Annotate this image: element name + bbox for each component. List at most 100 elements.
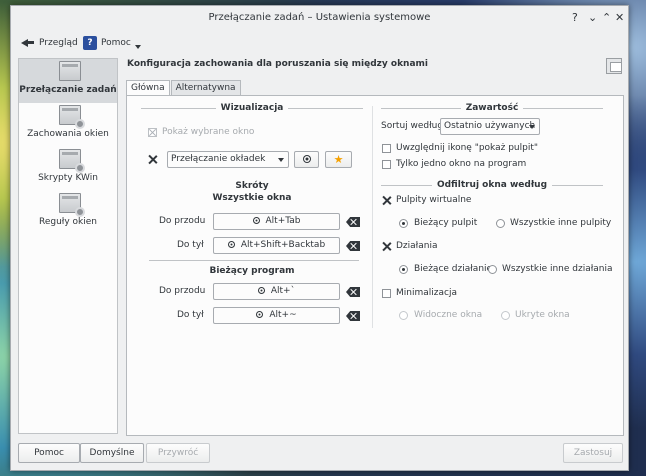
clear-shortcut-icon[interactable] [346,311,360,321]
clear-shortcut-icon[interactable] [346,241,360,251]
sidebar-item-label: Zachowania okien [27,129,109,139]
include-show-desktop-label: Uwzględnij ikonę "pokaż pulpit" [396,143,539,153]
one-window-per-app-checkbox[interactable] [382,160,391,169]
virtual-desktops-label: Pulpity wirtualne [396,195,472,205]
title-bar[interactable]: Przełączanie zadań – Ustawienia systemow… [11,6,628,30]
all-backward-shortcut-button[interactable]: Alt+Shift+Backtab [213,237,340,254]
overview-button[interactable]: Przegląd [21,34,78,52]
hidden-windows-label: Ukryte okna [515,310,570,320]
app-forward-shortcut-button[interactable]: Alt+` [213,283,340,300]
visible-windows-label: Widoczne okna [414,310,483,320]
gear-icon [257,287,265,294]
current-desktop-radio[interactable] [399,219,408,228]
current-desktop-label: Bieżący pulpit [414,218,478,228]
switcher-style-value: Przełączanie okładek [171,154,266,164]
sidebar-item-label: Skrypty KWin [38,173,98,183]
module-icon [606,58,622,74]
help-label: Pomoc [101,38,131,48]
reset-button[interactable]: Przywróć [146,443,210,463]
settings-window: Przełączanie zadań – Ustawienia systemow… [10,5,629,471]
gear-icon [252,217,260,224]
help-button[interactable]: Pomoc [18,443,80,463]
gear-icon [227,241,235,248]
filter-section-header: Odfiltruj okna według [381,180,603,190]
sort-order-value: Ostatnio używanych [444,121,536,131]
show-selected-window-checkbox[interactable] [148,128,157,137]
window-script-icon [59,149,85,173]
visible-windows-radio[interactable] [399,311,408,320]
shortcut-value: Alt+Tab [265,216,301,226]
overview-label: Przegląd [39,38,78,48]
tab-alternative[interactable]: Alternatywna [170,80,241,96]
sidebar-item-label: Przełączanie zadań [19,85,117,95]
help-icon: ? [83,36,97,50]
maximize-button[interactable]: ⌃ [602,12,611,23]
sidebar-item-task-switcher[interactable]: Przełączanie zadań [19,59,117,103]
section-title: Zawartość [465,103,519,113]
page-title: Konfiguracja zachowania dla poruszania s… [127,59,428,69]
all-other-activities-radio[interactable] [488,265,497,274]
help-title-button[interactable]: ? [572,12,578,23]
shortcut-value: Alt+Shift+Backtab [240,240,326,250]
visualization-section-header: Wizualizacja [141,103,363,113]
sidebar-item-window-rules[interactable]: Reguły okien [19,191,117,235]
enable-effect-checkbox[interactable] [148,155,157,164]
one-window-per-app-label: Tylko jedno okno na program [396,159,527,169]
include-show-desktop-checkbox[interactable] [382,144,391,153]
current-app-title: Bieżący program [209,266,295,276]
gear-icon [256,311,264,318]
minimization-label: Minimalizacja [396,288,457,298]
window-title: Przełączanie zadań – Ustawienia systemow… [208,12,431,23]
current-activity-radio[interactable] [399,265,408,274]
sidebar: Przełączanie zadań Zachowania okien Skry… [18,58,118,434]
toolbar: Przegląd ? Pomoc [11,30,628,56]
all-forward-label: Do przodu [159,216,206,226]
apply-button[interactable]: Zastosuj [563,443,623,463]
star-icon: ★ [333,153,344,166]
app-backward-label: Do tył [177,310,204,320]
tab-bar: Główna Alternatywna [126,80,242,97]
activities-label: Działania [396,241,438,251]
gear-icon [302,154,311,163]
app-forward-label: Do przodu [159,286,206,296]
back-arrow-icon [21,36,35,50]
clear-shortcut-icon[interactable] [346,287,360,297]
tab-panel: Wizualizacja Pokaż wybrane okno Przełącz… [126,95,624,436]
configure-effect-button[interactable] [294,151,319,168]
all-forward-shortcut-button[interactable]: Alt+Tab [213,213,340,230]
close-button[interactable]: ✕ [615,12,624,23]
sidebar-item-label: Reguły okien [38,217,97,227]
current-activity-label: Bieżące działanie [414,264,493,274]
shortcut-value: Alt+` [270,286,296,296]
switcher-style-select[interactable]: Przełączanie okładek [167,151,289,168]
section-title: Odfiltruj okna według [436,180,548,190]
sidebar-item-window-behavior[interactable]: Zachowania okien [19,103,117,147]
window-switcher-icon [59,61,81,81]
virtual-desktops-checkbox[interactable] [382,196,391,205]
activities-checkbox[interactable] [382,242,391,251]
minimize-button[interactable]: ⌄ [588,12,597,23]
all-backward-label: Do tył [177,240,204,250]
all-windows-title: Wszystkie okna [212,193,292,203]
chevron-down-icon [278,158,284,162]
minimization-checkbox[interactable] [382,289,391,298]
sidebar-item-kwin-scripts[interactable]: Skrypty KWin [19,147,117,191]
clear-shortcut-icon[interactable] [346,217,360,227]
dropdown-arrow-icon [134,45,141,49]
column-divider [372,106,373,328]
hidden-windows-radio[interactable] [501,311,510,320]
content-section-header: Zawartość [381,103,604,113]
window-rules-icon [59,193,85,217]
defaults-button[interactable]: Domyślne [80,443,144,463]
section-title: Wizualizacja [220,103,284,113]
all-other-desktops-label: Wszystkie inne pulpity [510,218,612,228]
sort-label: Sortuj według: [381,121,447,131]
all-other-desktops-radio[interactable] [496,219,505,228]
all-other-activities-label: Wszystkie inne działania [502,264,613,274]
sort-order-select[interactable]: Ostatnio używanych [440,118,540,135]
favorite-effect-button[interactable]: ★ [325,151,352,168]
shortcut-value: Alt+~ [269,310,297,320]
app-backward-shortcut-button[interactable]: Alt+~ [213,307,340,324]
show-selected-window-label: Pokaż wybrane okno [162,127,255,137]
help-menu-button[interactable]: ? Pomoc [83,34,141,52]
